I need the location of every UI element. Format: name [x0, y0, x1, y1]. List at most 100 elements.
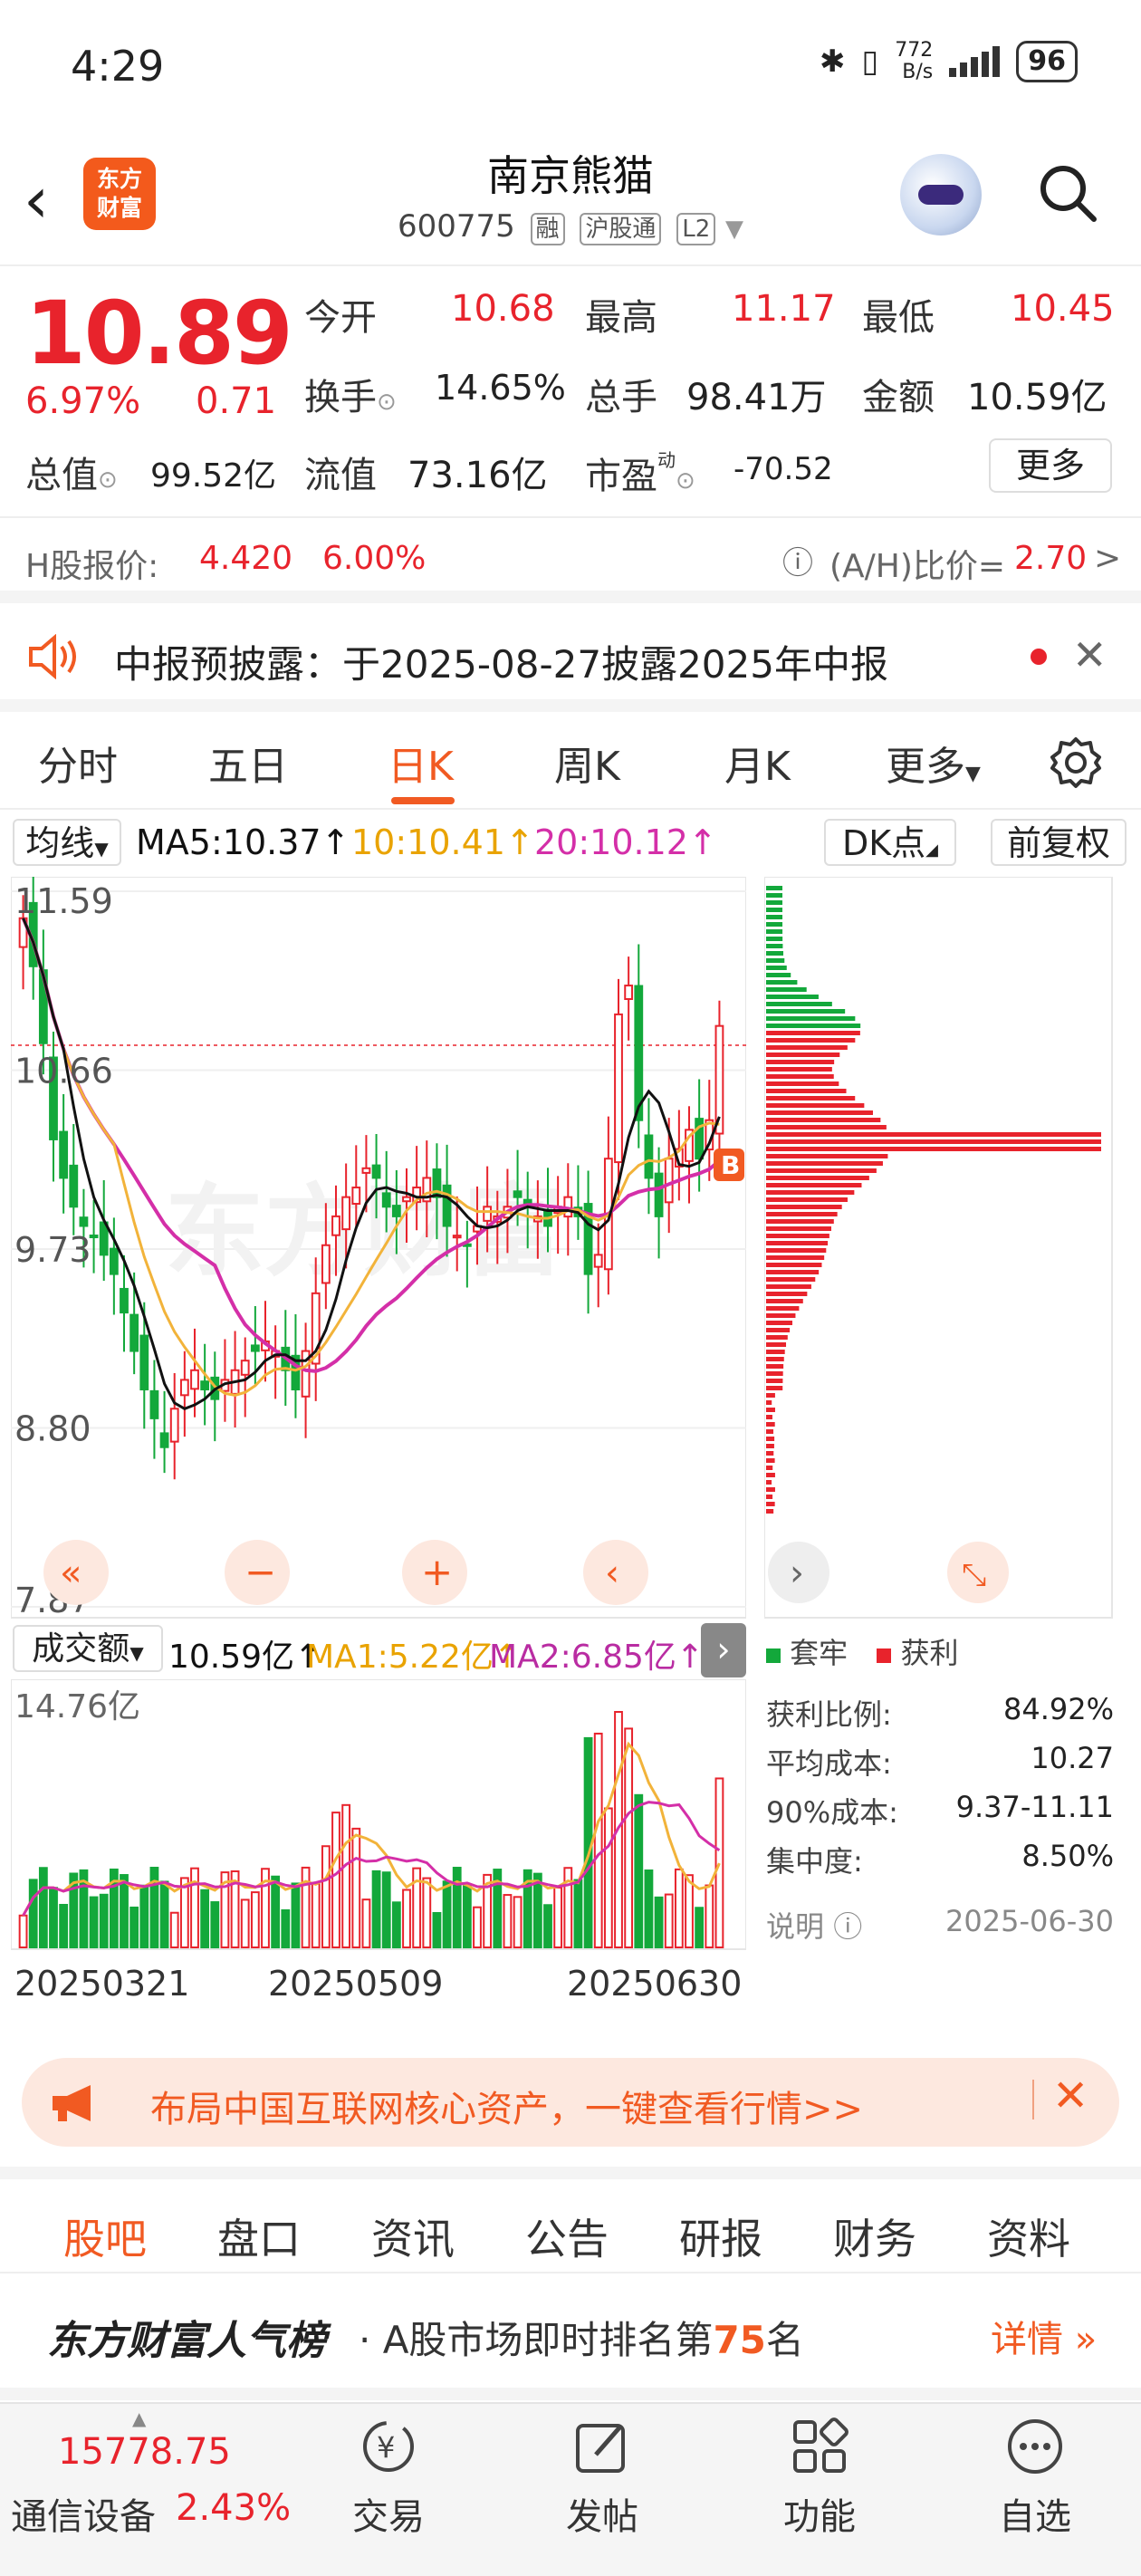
tab-forum[interactable]: 股吧 — [63, 2206, 147, 2266]
adjust-selector[interactable]: 前复权 — [991, 819, 1127, 866]
chip-note-label[interactable]: 说明 — [766, 1909, 824, 1944]
y-axis-label: 9.73 — [14, 1230, 91, 1270]
volume-bar — [654, 1896, 664, 1948]
volume-bar — [169, 1911, 179, 1948]
volume-bar — [89, 1896, 99, 1949]
volume-bar — [664, 1893, 674, 1949]
label-open: 今开 — [304, 297, 377, 339]
chip-bar — [766, 966, 787, 970]
promo-text: 布局中国互联网核心资产，一键查看行情>> — [150, 2089, 864, 2130]
tab-weekly-k[interactable]: 周K — [554, 734, 620, 792]
change-percent: 6.97% — [25, 380, 141, 422]
rank-detail-link[interactable]: 详情 » — [991, 2310, 1097, 2362]
chip-label: 平均成本: — [766, 1746, 892, 1781]
h-share-bar[interactable]: H股报价: 4.420 6.00% ⓘ (A/H)比价= 2.70 > — [0, 516, 1141, 603]
ma-legend: 均线▼ MA5:10.37↑ 10:10.41↑ 20:10.12↑ DK点◢ … — [0, 815, 1141, 866]
help-circle-icon[interactable]: ⓘ — [782, 538, 813, 582]
dk-point-toggle[interactable]: DK点◢ — [824, 819, 956, 866]
nav-post[interactable]: 发帖 — [525, 2415, 679, 2540]
promo-banner[interactable]: 布局中国互联网核心资产，一键查看行情>> ✕ — [22, 2058, 1119, 2147]
info-dots-icon[interactable]: ⊙ — [676, 467, 695, 495]
chip-bar — [766, 1451, 774, 1456]
ma20-value: 20:10.12↑ — [534, 822, 717, 862]
volume-bar — [291, 1882, 301, 1948]
tab-daily-k[interactable]: 日K — [388, 734, 454, 792]
nav-functions[interactable]: 功能 — [743, 2415, 896, 2540]
tab-monthly-k[interactable]: 月K — [724, 734, 791, 792]
tab-orderbook[interactable]: 盘口 — [217, 2206, 301, 2266]
volume-current-text: 10.59亿 — [168, 1639, 295, 1676]
chip-bar — [766, 1393, 775, 1398]
settings-gear-icon[interactable] — [1049, 735, 1103, 790]
candle-body — [644, 1134, 654, 1179]
more-quote-button[interactable]: 更多 — [989, 438, 1112, 493]
tab-more[interactable]: 更多▼ — [886, 734, 981, 792]
tab-announcements[interactable]: 公告 — [525, 2206, 609, 2266]
volume-bar — [473, 1906, 482, 1948]
search-icon[interactable] — [1038, 163, 1098, 223]
tab-news[interactable]: 资讯 — [371, 2206, 455, 2266]
close-icon[interactable]: ✕ — [1052, 2071, 1088, 2121]
chip-bar — [766, 1292, 808, 1296]
chip-bar — [766, 1371, 783, 1376]
volume-ma1-text: MA1:5.22亿 — [306, 1639, 494, 1676]
dropdown-triangle-icon[interactable]: ▼ — [725, 216, 743, 243]
index-name: 通信设备 — [11, 2496, 156, 2538]
candle-body — [624, 985, 634, 1001]
candle-body — [149, 1389, 159, 1419]
candle-body — [361, 1167, 371, 1174]
volume-chart[interactable]: 14.76亿 — [11, 1679, 746, 1951]
volume-indicator-selector[interactable]: 成交额▼ — [13, 1625, 163, 1672]
nav-post-label: 发帖 — [566, 2496, 638, 2538]
tab-intraday[interactable]: 分时 — [38, 734, 118, 792]
chip-bar — [766, 1422, 775, 1427]
chip-distribution-chart[interactable]: › ⤡ — [764, 877, 1114, 1620]
label-volume: 总手 — [585, 377, 657, 418]
chip-bar — [766, 1248, 827, 1253]
popularity-rank[interactable]: 东方财富人气榜 · A股市场即时排名第75名 详情 » — [0, 2273, 1141, 2400]
chip-bar — [766, 1212, 838, 1216]
tab-profile[interactable]: 资料 — [987, 2206, 1070, 2266]
h-share-price: 4.420 — [199, 540, 293, 577]
candle-body — [169, 1408, 179, 1443]
close-icon[interactable]: ✕ — [1072, 630, 1107, 679]
volume-max-label: 14.76亿 — [14, 1688, 140, 1725]
volume-bar — [159, 1880, 169, 1948]
kline-chart[interactable]: 东方财富 11.5910.669.738.807.87 B « − + ‹ — [11, 877, 746, 1620]
robot-assistant-icon[interactable] — [900, 154, 982, 235]
nav-trade[interactable]: ¥ 交易 — [312, 2415, 465, 2540]
chip-bar — [766, 1139, 1101, 1144]
volume-current: 10.59亿↑ — [168, 1639, 322, 1676]
chip-bar — [766, 1205, 842, 1209]
nav-watchlist[interactable]: 自选 — [958, 2415, 1112, 2540]
chip-bar — [766, 1357, 784, 1361]
info-dots-icon[interactable]: ⊙ — [98, 466, 118, 494]
info-dots-icon[interactable]: ⊙ — [377, 389, 397, 416]
chip-bar — [766, 1096, 856, 1101]
tab-finance[interactable]: 财务 — [833, 2206, 916, 2266]
tab-five-day[interactable]: 五日 — [208, 734, 288, 792]
chip-bar — [766, 1415, 772, 1419]
minus-icon: − — [244, 1550, 276, 1594]
chip-bar — [766, 944, 783, 948]
info-icon[interactable]: ⓘ — [833, 1909, 862, 1944]
chip-bar — [766, 1495, 773, 1499]
chip-bar — [766, 1299, 803, 1303]
tab-research[interactable]: 研报 — [679, 2206, 762, 2266]
chip-bar — [766, 1277, 816, 1282]
volume-bar — [432, 1912, 442, 1949]
notice-bar[interactable]: 中报预披露：于2025-08-27披露2025年中报 ✕ — [0, 603, 1141, 712]
volume-bar — [129, 1906, 139, 1948]
ma5-value: MA5:10.37↑ — [136, 822, 350, 862]
value-turnover: 14.65% — [435, 368, 566, 408]
candle-body — [240, 1360, 250, 1376]
indicator-selector[interactable]: 均线▼ — [13, 819, 121, 866]
volume-bar — [644, 1869, 654, 1949]
volume-bar — [532, 1872, 542, 1948]
chip-bar — [766, 922, 783, 927]
chip-bar — [766, 1364, 784, 1369]
candle-body — [634, 985, 644, 1121]
chevron-right-button[interactable]: › — [701, 1623, 746, 1677]
index-ticker[interactable]: ▲ 15778.75 通信设备 2.43% — [0, 2404, 299, 2576]
label-market-cap-text: 总值 — [25, 455, 98, 496]
